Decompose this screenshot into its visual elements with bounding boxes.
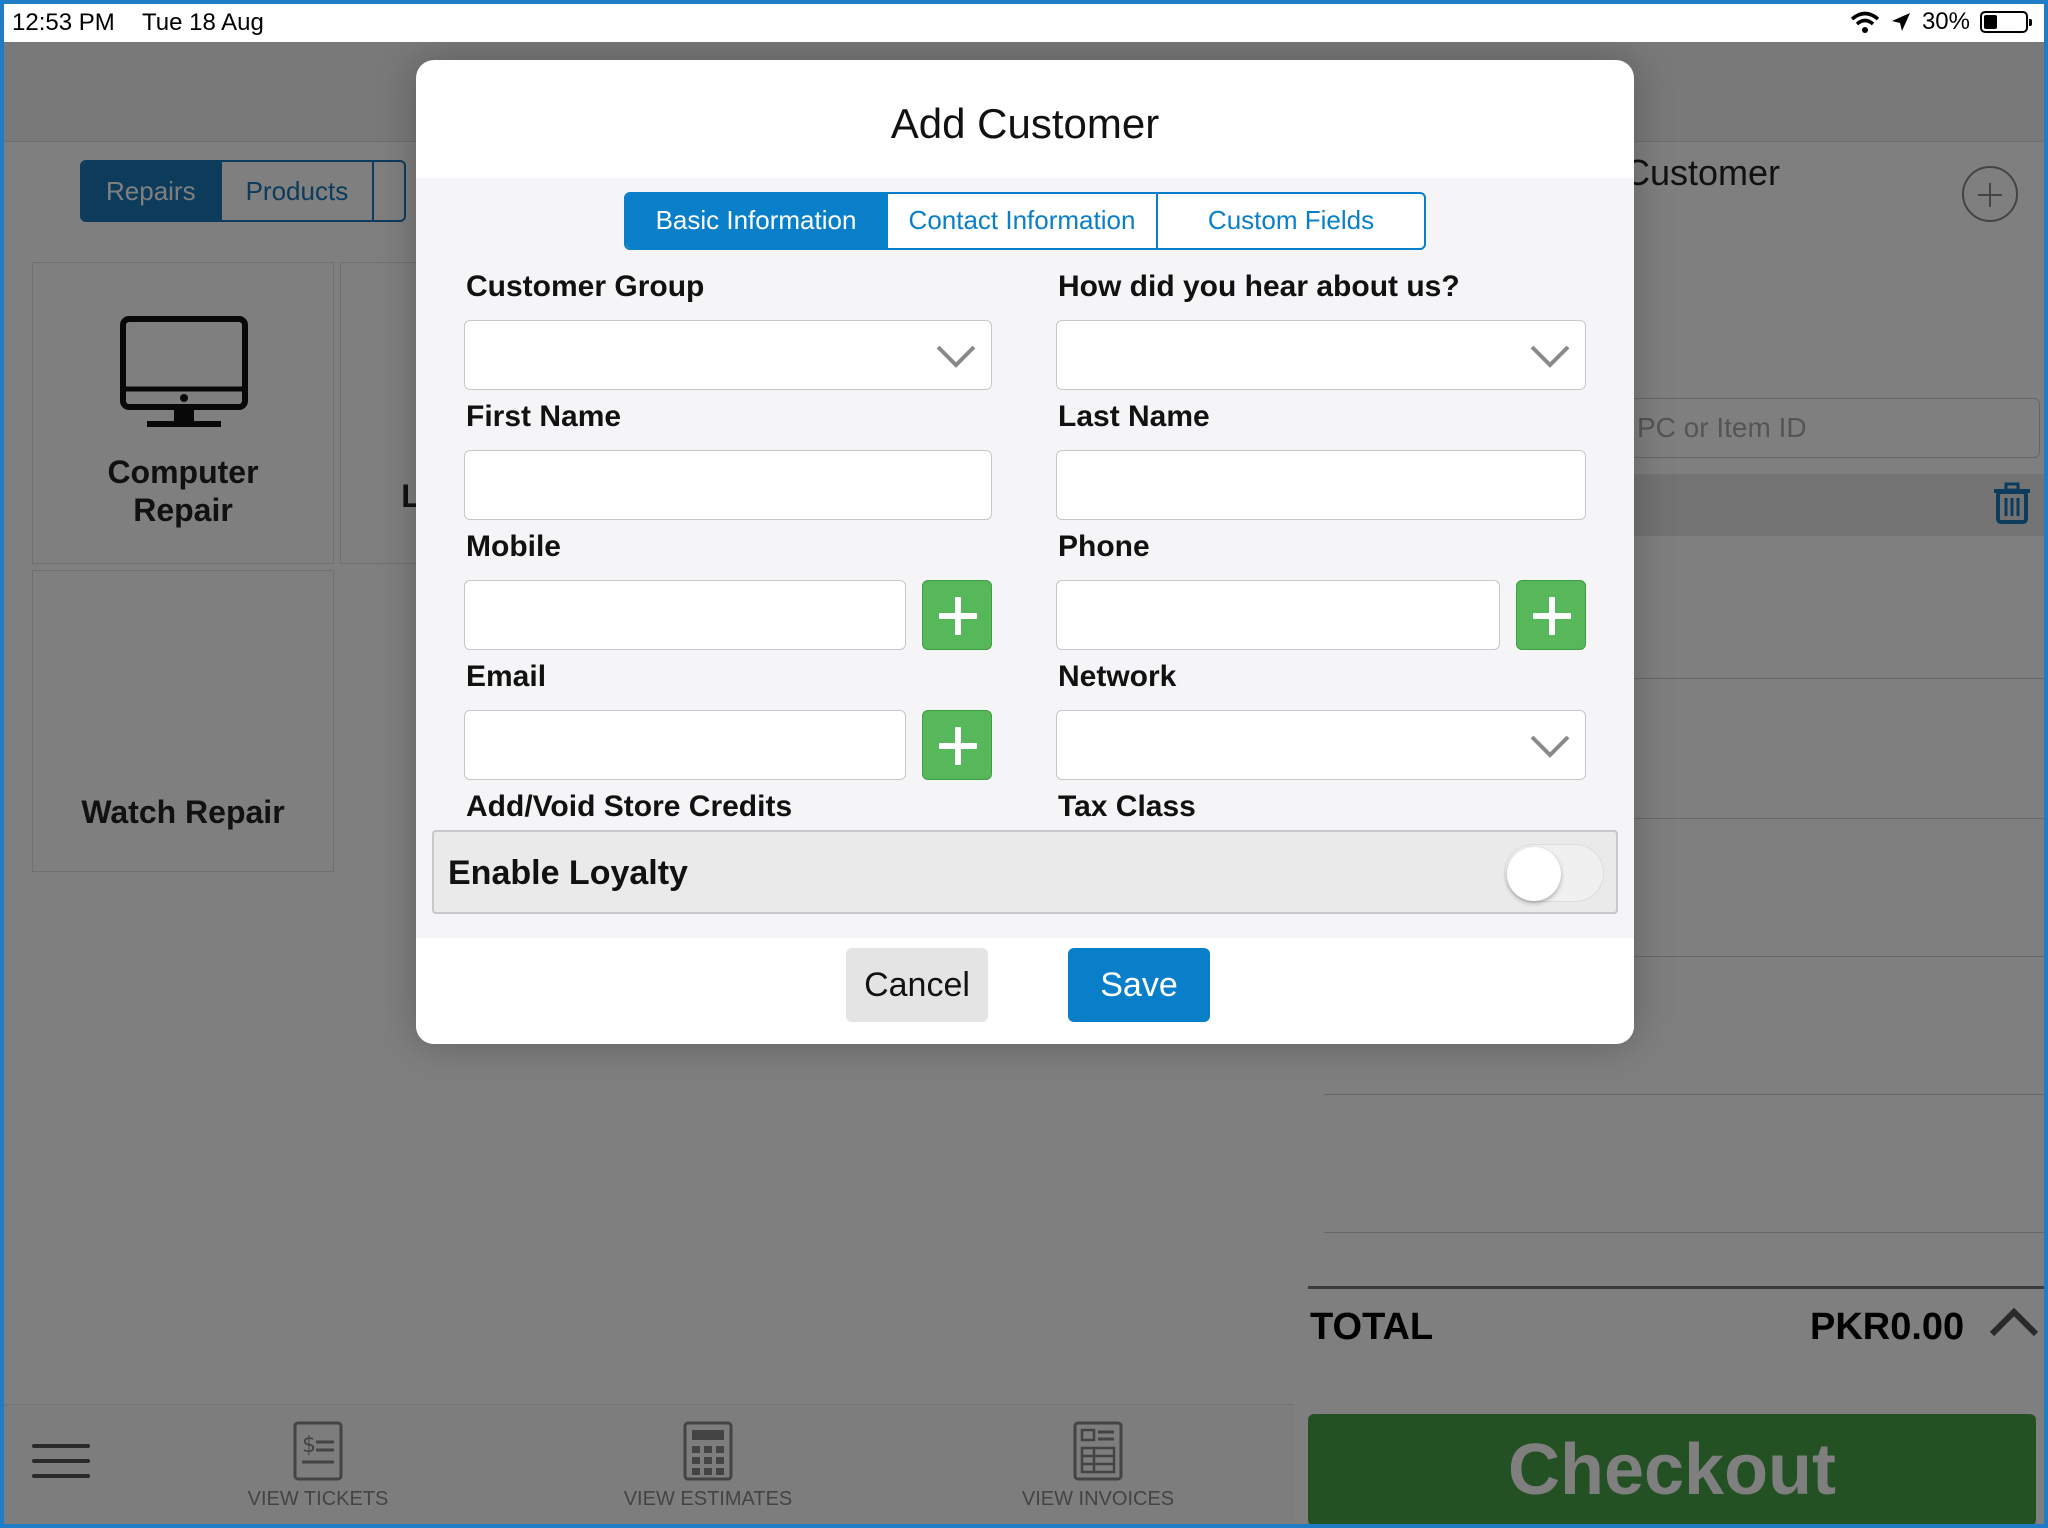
label-email: Email: [466, 660, 547, 693]
label-how-heard: How did you hear about us?: [1058, 270, 1460, 303]
label-customer-group: Customer Group: [466, 270, 705, 303]
status-bar: 12:53 PM Tue 18 Aug 30%: [4, 4, 2044, 42]
chevron-down-icon: [936, 345, 976, 368]
add-mobile-button[interactable]: [922, 580, 992, 650]
phone-input[interactable]: [1056, 580, 1500, 650]
status-date: Tue 18 Aug: [142, 9, 264, 36]
wifi-icon: [1850, 11, 1880, 33]
add-email-button[interactable]: [922, 710, 992, 780]
last-name-input[interactable]: [1056, 450, 1586, 520]
first-name-input[interactable]: [464, 450, 992, 520]
dialog-tabs: Basic Information Contact Information Cu…: [624, 192, 1426, 250]
dialog-body: Basic Information Contact Information Cu…: [416, 178, 1634, 938]
cancel-button[interactable]: Cancel: [846, 948, 988, 1022]
customer-group-select[interactable]: [464, 320, 992, 390]
mobile-input[interactable]: [464, 580, 906, 650]
chevron-down-icon: [1530, 345, 1570, 368]
chevron-down-icon: [1530, 735, 1570, 758]
battery-icon: [1980, 11, 2032, 33]
label-tax-class: Tax Class: [1058, 790, 1196, 823]
add-customer-dialog: Add Customer Basic Information Contact I…: [416, 60, 1634, 1044]
dialog-footer: Cancel Save: [416, 938, 1634, 1044]
network-select[interactable]: [1056, 710, 1586, 780]
tab-contact-information[interactable]: Contact Information: [888, 194, 1158, 248]
status-right: 30%: [1850, 8, 2032, 36]
location-arrow-icon: [1891, 13, 1910, 31]
status-time: 12:53 PM: [12, 9, 115, 36]
referral-source-select[interactable]: [1056, 320, 1586, 390]
battery-percent: 30%: [1921, 8, 1970, 35]
enable-loyalty-row: Enable Loyalty: [432, 830, 1618, 914]
label-network: Network: [1058, 660, 1177, 693]
email-input[interactable]: [464, 710, 906, 780]
tab-basic-information[interactable]: Basic Information: [626, 194, 888, 248]
label-last-name: Last Name: [1058, 400, 1210, 433]
toggle-knob: [1507, 847, 1561, 901]
dialog-title: Add Customer: [890, 100, 1160, 147]
save-button[interactable]: Save: [1068, 948, 1210, 1022]
label-store-credits: Add/Void Store Credits: [466, 790, 793, 823]
app-window: 12:53 PM Tue 18 Aug 30% Repairs Products: [4, 4, 2044, 1524]
label-first-name: First Name: [466, 400, 622, 433]
add-phone-button[interactable]: [1516, 580, 1586, 650]
loyalty-toggle[interactable]: [1504, 844, 1604, 902]
label-mobile: Mobile: [466, 530, 561, 563]
label-phone: Phone: [1058, 530, 1150, 563]
tab-custom-fields[interactable]: Custom Fields: [1158, 194, 1424, 248]
enable-loyalty-label: Enable Loyalty: [448, 854, 688, 892]
